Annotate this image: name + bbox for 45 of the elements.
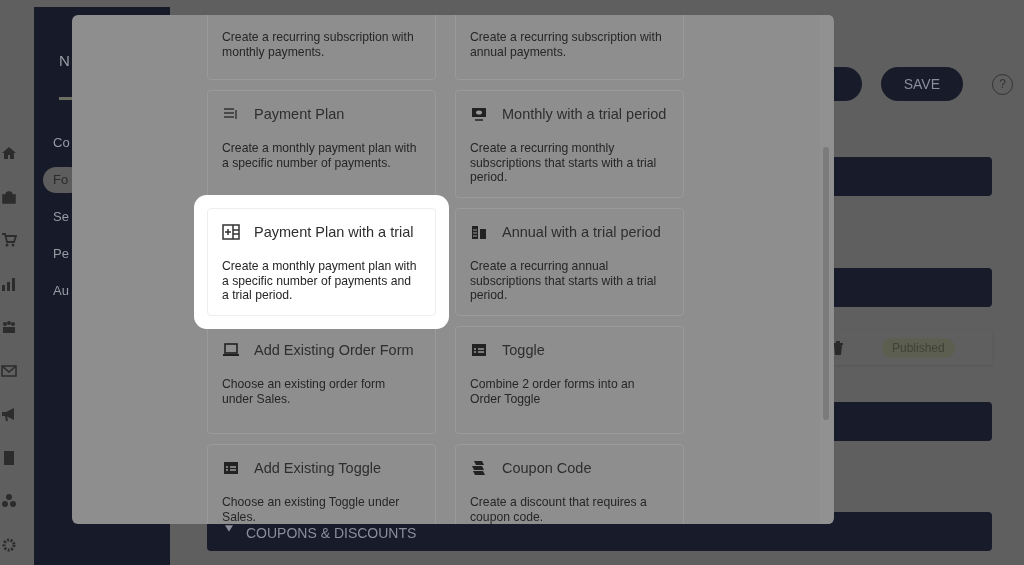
option-title: Toggle xyxy=(502,342,545,358)
monitor-eye-icon xyxy=(470,106,488,122)
cart-icon[interactable] xyxy=(1,232,17,248)
list-icon xyxy=(222,106,240,122)
option-card[interactable]: Monthly with a trial period Create a recurring monthly subscriptions that starts with a trial period. xyxy=(455,90,684,198)
card-list-icon xyxy=(470,342,488,358)
option-description: Create a recurring annual subscriptions that starts with a trial period. xyxy=(470,259,658,303)
option-card[interactable]: Annual with a trial period Create a recurring annual subscriptions that starts with a trial period. xyxy=(455,208,684,316)
book-icon xyxy=(470,224,488,240)
megaphone-icon[interactable] xyxy=(1,406,17,422)
bar-chart-icon[interactable] xyxy=(1,275,17,292)
option-card[interactable]: Add Existing Toggle Choose an existing Toggle under Sales. xyxy=(207,444,436,524)
coupon-stack-icon xyxy=(470,460,488,476)
option-title: Coupon Code xyxy=(502,460,592,476)
option-title: Annual with a trial period xyxy=(502,224,661,240)
home-icon[interactable] xyxy=(1,145,17,161)
save-button[interactable]: SAVE xyxy=(880,67,963,101)
circles-icon[interactable] xyxy=(1,493,17,509)
sidebar-title: N xyxy=(59,52,71,69)
option-card[interactable]: Create a recurring subscription with monthly payments. xyxy=(207,15,436,80)
people-icon[interactable] xyxy=(1,319,17,335)
option-title: Add Existing Order Form xyxy=(254,342,414,358)
book-icon[interactable] xyxy=(1,449,17,466)
option-description: Create a recurring subscription with annual payments. xyxy=(470,30,663,59)
option-description: Create a monthly payment plan with a specific number of payments and a trial period. xyxy=(222,259,418,303)
option-description: Create a monthly payment plan with a specific number of payments. xyxy=(222,141,418,170)
mail-icon[interactable] xyxy=(1,362,17,379)
option-card[interactable]: Coupon Code Create a discount that requires a coupon code. xyxy=(455,444,684,524)
option-card[interactable]: Create a recurring subscription with annual payments. xyxy=(455,15,684,80)
option-title: Add Existing Toggle xyxy=(254,460,382,476)
option-card[interactable]: Toggle Combine 2 order forms into an Order Toggle xyxy=(455,326,684,434)
shop-icon[interactable] xyxy=(1,188,17,205)
section-label: COUPONS & DISCOUNTS xyxy=(246,523,417,541)
laptop-icon xyxy=(222,342,240,358)
option-description: Create a recurring subscription with monthly payments. xyxy=(222,30,415,59)
scrollbar[interactable] xyxy=(820,15,833,524)
option-description: Combine 2 order forms into an Order Toggle xyxy=(470,377,636,406)
option-description: Create a recurring monthly subscriptions that starts with a trial period. xyxy=(470,141,658,185)
trash-icon[interactable] xyxy=(832,340,844,355)
option-title: Payment Plan with a trial xyxy=(254,224,414,240)
card-list-icon xyxy=(222,460,240,476)
option-title: Monthly with a trial period xyxy=(502,106,667,122)
grid-plus-icon xyxy=(222,224,240,240)
option-description: Choose an existing order form under Sales. xyxy=(222,377,387,406)
option-title: Payment Plan xyxy=(254,106,345,122)
